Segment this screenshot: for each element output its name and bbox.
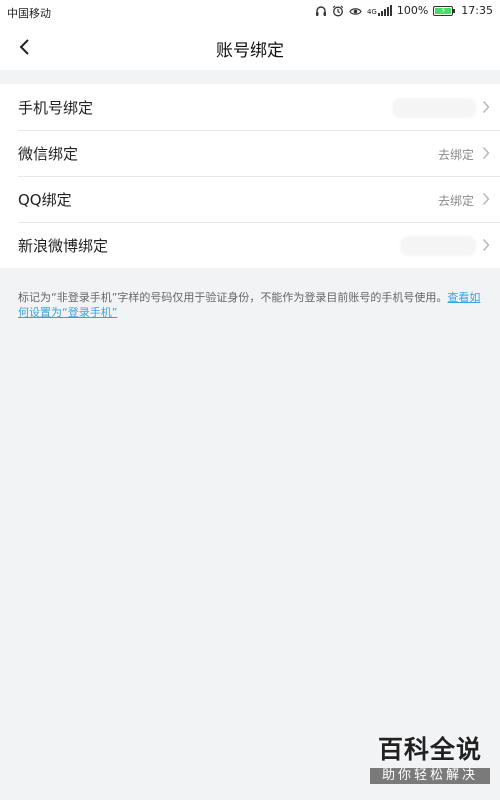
page-title: 账号绑定 [216,41,284,61]
watermark-logo: 百科全说 助你轻松解决 [370,734,490,796]
row-label: QQ绑定 [18,191,72,209]
clock-time: 17:35 [461,4,493,17]
wechat-binding-row[interactable]: 微信绑定 去绑定 [0,130,500,176]
masked-value [400,236,476,256]
row-status: 去绑定 [437,194,474,208]
qq-binding-row[interactable]: QQ绑定 去绑定 [0,176,500,222]
watermark-title: 百科全说 [377,735,482,764]
login-phone-note: 标记为“非登录手机”字样的号码仅用于验证身份，不能作为登录目前账号的手机号使用。… [18,290,484,320]
eye-icon [349,5,362,17]
chevron-right-icon [482,147,490,159]
row-label: 微信绑定 [18,145,79,163]
carrier-name: 中国移动 [7,7,51,20]
watermark-subtitle: 助你轻松解决 [370,768,490,784]
status-bar: 中国移动 4G 100% ⚡ 17:35 [0,0,500,24]
alarm-icon [332,5,344,17]
signal-icon: 4G [367,5,392,16]
network-type-label: 4G [366,8,377,16]
battery-icon: ⚡ [433,5,456,16]
status-icons: 4G 100% ⚡ 17:35 [315,4,493,17]
chevron-right-icon [482,193,490,205]
masked-value [392,98,476,118]
battery-percent: 100% [396,4,429,17]
chevron-right-icon [482,101,490,113]
row-label: 新浪微博绑定 [18,237,109,255]
headset-icon [315,5,327,17]
navigation-bar: 账号绑定 [0,24,500,70]
binding-list: 手机号绑定 微信绑定 去绑定 QQ绑定 去绑定 新浪微博绑定 [0,84,500,268]
charging-bolt-icon: ⚡ [440,5,447,15]
phone-binding-row[interactable]: 手机号绑定 [0,84,500,130]
note-text: 标记为“非登录手机”字样的号码仅用于验证身份，不能作为登录目前账号的手机号使用。 [18,291,448,304]
chevron-right-icon [482,239,490,251]
row-label: 手机号绑定 [18,99,94,117]
weibo-binding-row[interactable]: 新浪微博绑定 [0,222,500,268]
row-status: 去绑定 [437,148,474,162]
